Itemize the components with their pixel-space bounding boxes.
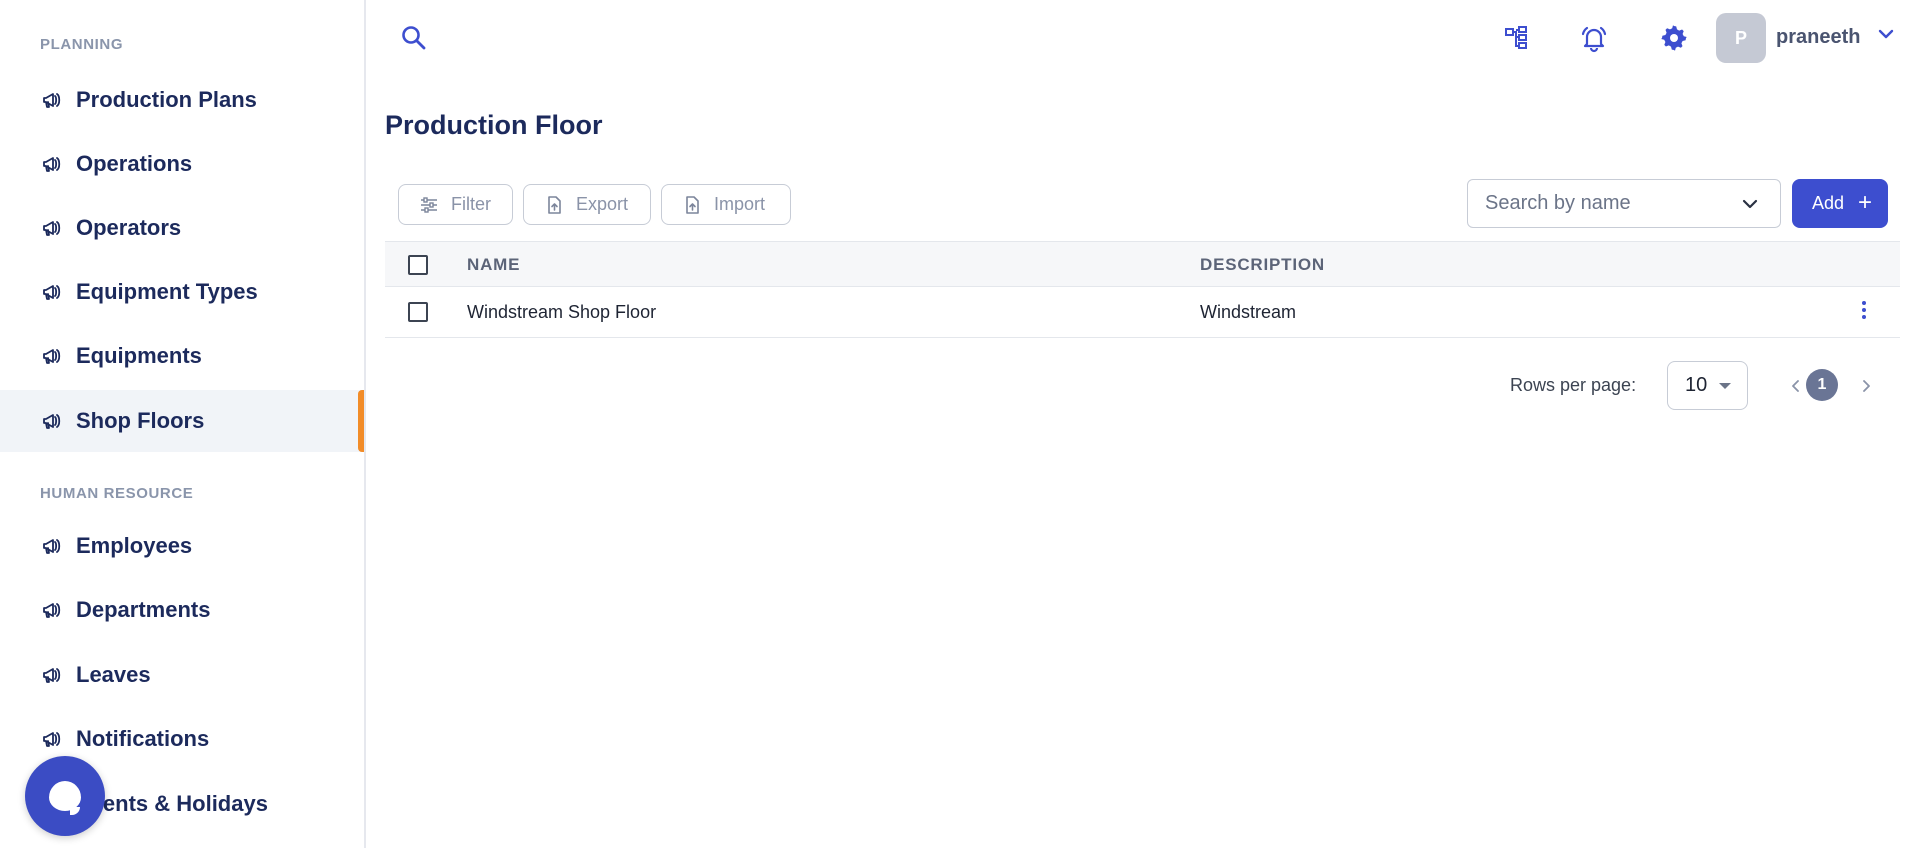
add-button[interactable]: Add + [1792, 179, 1888, 228]
sidebar-item-operators[interactable]: Operators [0, 197, 364, 259]
sidebar-item-equipments[interactable]: Equipments [0, 325, 364, 387]
gear-icon[interactable] [1658, 22, 1690, 54]
sidebar-item-operations[interactable]: Operations [0, 133, 364, 195]
export-button[interactable]: Export [523, 184, 651, 225]
chevron-right-icon[interactable] [1858, 376, 1874, 396]
sidebar-item-production-plans[interactable]: Production Plans [0, 69, 364, 131]
sidebar-item-shop-floors[interactable]: Shop Floors [0, 390, 364, 452]
row-checkbox[interactable] [408, 302, 428, 322]
file-export-icon [548, 195, 561, 214]
search-placeholder: Search by name [1485, 192, 1631, 214]
chevron-left-icon[interactable] [1788, 376, 1804, 396]
chevron-down-icon [1742, 199, 1758, 209]
cell-description: Windstream [1200, 302, 1297, 322]
page-number-current[interactable]: 1 [1806, 369, 1838, 401]
filter-label: Filter [451, 194, 491, 214]
caret-down-icon [1719, 383, 1731, 389]
bell-icon[interactable] [1578, 22, 1610, 54]
rows-per-page-select[interactable]: 10 [1667, 361, 1748, 410]
sidebar-item-employees[interactable]: Employees [0, 515, 364, 577]
search-icon[interactable] [400, 24, 428, 52]
sidebar-item-label: Leaves [76, 662, 151, 687]
plus-icon: + [1857, 189, 1872, 216]
section-title-planning: PLANNING [40, 36, 124, 53]
topbar: P praneeth [368, 0, 1920, 76]
sidebar-item-label: Employees [76, 533, 193, 558]
search-by-name-select[interactable]: Search by name [1467, 179, 1781, 228]
megaphone-icon [43, 668, 61, 683]
table-header: NAME DESCRIPTION [385, 241, 1900, 287]
column-header-name[interactable]: NAME [467, 255, 520, 275]
export-label: Export [576, 194, 629, 214]
cell-name: Windstream Shop Floor [467, 302, 657, 322]
sidebar-item-label: Production Plans [76, 87, 257, 112]
app-root: PLANNING Production Plans Operations Ope… [0, 0, 1920, 848]
megaphone-icon [43, 539, 61, 554]
chat-launcher-button[interactable] [25, 756, 105, 836]
avatar[interactable]: P [1716, 13, 1766, 63]
sidebar-item-departments[interactable]: Departments [0, 579, 364, 641]
section-title-human-resource: HUMAN RESOURCE [40, 485, 194, 502]
rows-per-page-label: Rows per page: [1510, 375, 1637, 395]
megaphone-icon [43, 732, 61, 747]
import-button[interactable]: Import [661, 184, 791, 225]
more-actions-icon[interactable] [1861, 301, 1867, 323]
sidebar-item-leaves[interactable]: Leaves [0, 644, 364, 706]
hierarchy-icon[interactable] [1500, 22, 1532, 54]
table-row[interactable]: Windstream Shop Floor Windstream [385, 287, 1900, 338]
chevron-down-icon[interactable] [1876, 24, 1896, 44]
sidebar-item-label: Notifications [76, 726, 210, 751]
megaphone-icon [43, 93, 61, 108]
add-label: Add [1812, 193, 1845, 213]
sidebar-item-label: Equipment Types [76, 279, 258, 304]
sidebar-item-equipment-types[interactable]: Equipment Types [0, 261, 364, 323]
chat-icon [49, 781, 81, 815]
page-title: Production Floor [385, 110, 603, 140]
megaphone-icon [43, 414, 61, 429]
shop-floors-table: NAME DESCRIPTION Windstream Shop Floor W… [385, 241, 1900, 338]
username[interactable]: praneeth [1776, 26, 1860, 49]
megaphone-icon [43, 285, 61, 300]
rows-per-page-value: 10 [1685, 374, 1708, 396]
select-all-checkbox[interactable] [408, 255, 428, 275]
megaphone-icon [43, 157, 61, 172]
file-import-icon [686, 195, 699, 214]
megaphone-icon [43, 603, 61, 618]
megaphone-icon [43, 221, 61, 236]
sliders-icon [421, 196, 437, 213]
megaphone-icon [43, 349, 61, 364]
sidebar-item-label: Equipments [76, 343, 202, 368]
sidebar-item-label: Departments [76, 597, 211, 622]
sidebar-item-label: Operations [76, 151, 193, 176]
column-header-description[interactable]: DESCRIPTION [1200, 255, 1325, 275]
sidebar-item-label: Shop Floors [76, 408, 205, 433]
filter-button[interactable]: Filter [398, 184, 513, 225]
sidebar: PLANNING Production Plans Operations Ope… [0, 0, 366, 848]
import-label: Import [714, 194, 766, 214]
sidebar-item-label: Operators [76, 215, 182, 240]
